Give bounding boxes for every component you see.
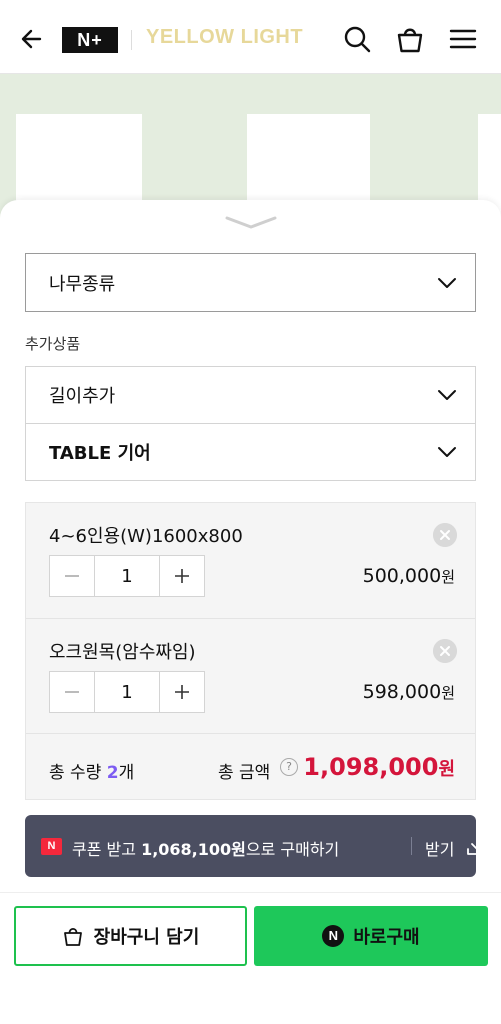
download-icon[interactable] xyxy=(466,835,488,857)
selected-item-name: 오크원목(암수짜임) xyxy=(49,642,196,663)
search-icon[interactable] xyxy=(341,23,373,55)
plus-icon xyxy=(174,569,189,583)
product-background xyxy=(0,74,501,224)
buy-now-label: 바로구매 xyxy=(353,927,420,948)
length-add-select-label: 길이추가 xyxy=(49,386,116,407)
length-add-select[interactable]: 길이추가 xyxy=(25,366,476,424)
option-bottom-sheet: 나무종류 추가상품 길이추가 TABLE 기어 4~6인용(W)1600x800 xyxy=(0,200,501,1024)
coupon-text-prefix: 쿠폰 받고 xyxy=(72,840,142,859)
order-totals: 총 수량 2개 총 금액 ? 1,098,000원 xyxy=(26,733,475,800)
coupon-get-label[interactable]: 받기 xyxy=(425,836,454,860)
increase-quantity-button[interactable] xyxy=(160,672,204,712)
quantity-stepper: 1 xyxy=(49,671,205,713)
additional-products-title: 추가상품 xyxy=(25,335,81,353)
add-to-cart-button[interactable]: 장바구니 담기 xyxy=(14,906,247,966)
coupon-banner[interactable]: N 쿠폰 받고 1,068,100원으로 구매하기 받기 xyxy=(25,815,487,877)
decrease-quantity-button[interactable] xyxy=(50,672,94,712)
total-amount-label: 총 금액 xyxy=(218,763,271,783)
minus-icon xyxy=(65,575,80,577)
chevron-down-icon xyxy=(438,390,456,400)
decrease-quantity-button[interactable] xyxy=(50,556,94,596)
coupon-text-suffix: 으로 구매하기 xyxy=(245,840,340,859)
bottom-divider xyxy=(0,892,501,893)
quantity-value[interactable]: 1 xyxy=(94,672,160,712)
wood-type-select[interactable]: 나무종류 xyxy=(25,253,476,312)
hamburger-menu-icon[interactable] xyxy=(447,23,479,55)
add-to-cart-label: 장바구니 담기 xyxy=(93,927,200,948)
naver-badge-icon: N xyxy=(41,838,62,855)
header-divider xyxy=(131,30,132,50)
item-price: 598,000원 xyxy=(363,681,455,703)
top-navigation-bar: N+ YELLOW LIGHT xyxy=(0,0,501,74)
brand-logo[interactable]: N+ xyxy=(62,27,118,53)
minus-icon xyxy=(65,691,80,693)
selected-item: 오크원목(암수짜임) 1 598,000원 xyxy=(26,618,475,734)
item-price: 500,000원 xyxy=(363,565,455,587)
quantity-stepper: 1 xyxy=(49,555,205,597)
total-amount: 1,098,000원 xyxy=(303,753,455,781)
remove-item-icon[interactable] xyxy=(433,639,457,663)
item-price-value: 500,000 xyxy=(362,565,442,587)
chevron-down-icon xyxy=(438,447,456,457)
help-icon[interactable]: ? xyxy=(280,758,298,776)
total-amount-value: 1,098,000 xyxy=(303,753,439,781)
item-price-currency: 원 xyxy=(441,568,455,586)
buy-now-button[interactable]: N 바로구매 xyxy=(254,906,488,966)
total-amount-currency: 원 xyxy=(438,759,455,780)
selected-item-name: 4~6인용(W)1600x800 xyxy=(49,526,243,547)
coupon-divider xyxy=(411,837,412,855)
back-arrow-icon[interactable] xyxy=(18,24,48,54)
store-name[interactable]: YELLOW LIGHT xyxy=(146,26,303,49)
coupon-discounted-price: 1,068,100원 xyxy=(141,840,246,859)
selected-item: 4~6인용(W)1600x800 1 500,000원 xyxy=(26,503,475,618)
sheet-collapse-chevron-icon[interactable] xyxy=(225,214,277,232)
table-gear-select-label: TABLE 기어 xyxy=(49,443,151,464)
quantity-value[interactable]: 1 xyxy=(94,556,160,596)
total-quantity-value: 2 xyxy=(106,763,119,783)
shopping-bag-icon xyxy=(63,927,82,946)
total-quantity-label: 총 수량 xyxy=(49,763,102,783)
remove-item-icon[interactable] xyxy=(433,523,457,547)
table-gear-select[interactable]: TABLE 기어 xyxy=(25,423,476,481)
item-price-value: 598,000 xyxy=(362,681,442,703)
plus-icon xyxy=(174,685,189,699)
shopping-bag-icon[interactable] xyxy=(394,23,426,55)
item-price-currency: 원 xyxy=(441,684,455,702)
coupon-message: 쿠폰 받고 1,068,100원으로 구매하기 xyxy=(72,836,339,860)
naver-pay-icon: N xyxy=(322,925,345,947)
chevron-down-icon xyxy=(438,277,456,288)
selected-items-summary: 4~6인용(W)1600x800 1 500,000원 오크원목(암수짜임) 1… xyxy=(25,502,476,800)
total-quantity: 총 수량 2개 xyxy=(49,758,134,783)
total-quantity-unit: 개 xyxy=(118,763,135,783)
increase-quantity-button[interactable] xyxy=(160,556,204,596)
wood-type-select-label: 나무종류 xyxy=(49,273,116,295)
